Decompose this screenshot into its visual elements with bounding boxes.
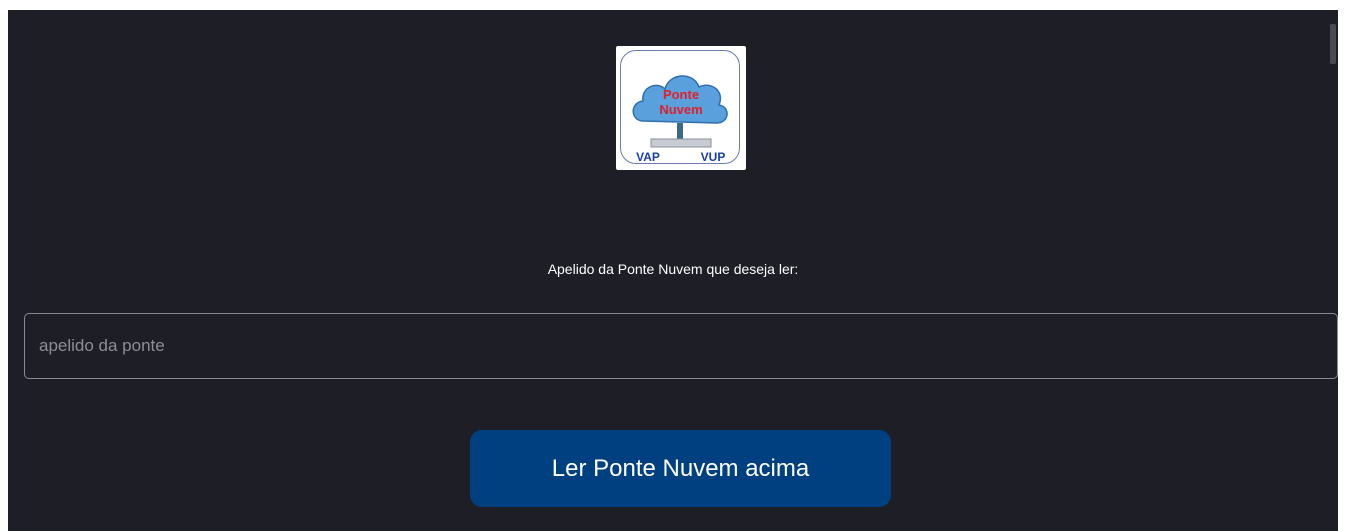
nickname-input[interactable] xyxy=(24,313,1338,379)
app-frame: Ponte Nuvem VAP VUP Apelido da Ponte Nuv… xyxy=(8,10,1338,531)
read-bridge-button[interactable]: Ler Ponte Nuvem acima xyxy=(470,430,891,507)
cloud-bridge-icon: Ponte Nuvem VAP VUP xyxy=(632,75,728,164)
logo-left-label: VAP xyxy=(636,150,660,164)
scrollbar-thumb[interactable] xyxy=(1330,24,1336,64)
bridge-icon xyxy=(650,138,712,148)
nickname-prompt-label: Apelido da Ponte Nuvem que deseja ler: xyxy=(547,261,799,277)
logo-border: Ponte Nuvem VAP VUP xyxy=(620,50,740,164)
logo-right-label: VUP xyxy=(701,150,726,164)
pipe-icon xyxy=(677,123,683,139)
logo-line2: Nuvem xyxy=(659,102,702,117)
logo-line1: Ponte xyxy=(663,87,699,102)
ponte-nuvem-logo: Ponte Nuvem VAP VUP xyxy=(616,46,746,170)
